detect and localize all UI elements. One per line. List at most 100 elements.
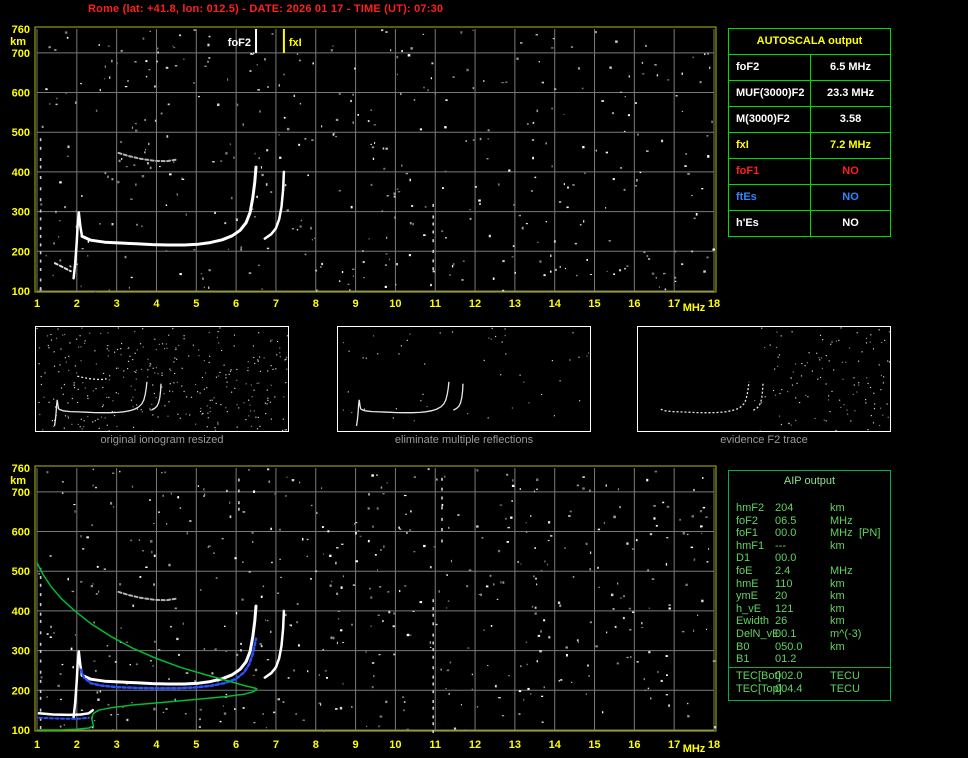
thumb-evidence-f2-trace-image bbox=[638, 327, 890, 431]
y-tick-label: 500 bbox=[12, 127, 30, 139]
x-tick-label: 16 bbox=[628, 298, 640, 310]
autoscala-param-label: fxI bbox=[729, 133, 811, 158]
x-tick-label: 11 bbox=[429, 739, 441, 751]
y-tick-label: 200 bbox=[12, 685, 30, 697]
aip-param-unit: km bbox=[830, 578, 845, 591]
x-tick-label: 11 bbox=[429, 298, 441, 310]
aip-param-unit: MHz bbox=[830, 565, 853, 578]
x-tick-label: 5 bbox=[193, 739, 199, 751]
y-tick-label: 100 bbox=[12, 286, 30, 298]
fxI-marker-label: fxI bbox=[289, 37, 302, 49]
aip-param-label: B0 bbox=[736, 641, 749, 654]
aip-param-unit: km bbox=[830, 603, 845, 616]
autoscala-row-fof1: foF1NO bbox=[729, 159, 890, 185]
thumb-eliminate-reflections bbox=[337, 326, 591, 432]
autoscala-output-table: AUTOSCALA output foF26.5 MHzMUF(3000)F22… bbox=[728, 28, 891, 237]
aip-row-hve: h_vE121km bbox=[729, 603, 890, 616]
thumb-leading-edge bbox=[55, 400, 59, 426]
aip-param-unit: km bbox=[830, 540, 845, 553]
x-tick-label: 1 bbox=[34, 298, 40, 310]
x-tick-label: 8 bbox=[313, 298, 319, 310]
y-tick-label: 500 bbox=[12, 566, 30, 578]
noise-echoes bbox=[39, 468, 717, 733]
x-tick-label: 9 bbox=[353, 739, 359, 751]
aip-row-foe: foE2.4MHz bbox=[729, 565, 890, 578]
aip-tec-rows: TEC[Bot]002.0TECUTEC[Top]004.4TECU bbox=[729, 670, 890, 695]
aip-row-tectop: TEC[Top]004.4TECU bbox=[729, 683, 890, 696]
aip-param-unit: MHz bbox=[830, 527, 853, 540]
aip-tec-divider bbox=[729, 667, 890, 668]
autoscala-param-value: 6.5 MHz bbox=[811, 55, 890, 80]
aip-param-unit: MHz bbox=[830, 515, 853, 528]
aip-param-label: hmF2 bbox=[736, 502, 764, 515]
aip-param-value: 204 bbox=[775, 502, 793, 515]
x-tick-label: 18 bbox=[708, 298, 720, 310]
x-tick-label: 16 bbox=[628, 739, 640, 751]
x-tick-label: 12 bbox=[469, 739, 481, 751]
x-tick-label: 17 bbox=[668, 298, 680, 310]
x-tick-label: 2 bbox=[74, 298, 80, 310]
x-tick-label: 3 bbox=[114, 298, 120, 310]
x-tick-label: 10 bbox=[389, 739, 401, 751]
thumb-caption-original: original ionogram resized bbox=[35, 434, 289, 446]
x-axis-unit: MHz bbox=[683, 743, 706, 755]
thumb-noise bbox=[343, 328, 589, 431]
x-tick-label: 14 bbox=[549, 739, 562, 751]
autoscala-row-m3000f2: M(3000)F23.58 bbox=[729, 107, 890, 133]
aip-param-value: 00.1 bbox=[775, 628, 796, 641]
leading-edge-trace bbox=[74, 212, 82, 278]
ionogram-traces bbox=[37, 563, 284, 730]
aip-param-label: foF1 bbox=[736, 527, 758, 540]
x-tick-label: 6 bbox=[233, 739, 239, 751]
autoscala-row-muf3000f2: MUF(3000)F223.3 MHz bbox=[729, 81, 890, 107]
thumb-original-ionogram bbox=[35, 326, 289, 432]
thumb-evidence-f2-trace bbox=[637, 326, 891, 432]
thumb-x-trace bbox=[753, 384, 763, 411]
autoscala-row-hes: h'EsNO bbox=[729, 211, 890, 236]
aip-param-label: B1 bbox=[736, 653, 749, 666]
aip-param-value: 01.2 bbox=[775, 653, 796, 666]
x-tick-label: 1 bbox=[34, 739, 40, 751]
autoscala-row-fof2: foF26.5 MHz bbox=[729, 55, 890, 81]
autoscala-param-label: MUF(3000)F2 bbox=[729, 81, 811, 106]
autoscala-param-value: 23.3 MHz bbox=[811, 81, 890, 106]
aip-param-label: TEC[Bot] bbox=[736, 670, 781, 683]
y-axis-unit: km bbox=[10, 475, 26, 487]
e-trace-trace bbox=[39, 710, 93, 715]
thumb-noise bbox=[36, 327, 288, 431]
x-tick-label: 5 bbox=[193, 298, 199, 310]
aip-param-unit: km bbox=[830, 615, 845, 628]
autoscala-param-value: NO bbox=[811, 159, 890, 184]
autoscala-row-ftes: ftEsNO bbox=[729, 185, 890, 211]
aip-param-unit: TECU bbox=[830, 670, 860, 683]
noise-echoes bbox=[40, 29, 716, 292]
x-axis-unit: MHz bbox=[683, 302, 706, 314]
aip-row-hme: hmE110km bbox=[729, 578, 890, 591]
x-tick-label: 4 bbox=[153, 298, 160, 310]
y-axis-unit: km bbox=[10, 36, 26, 48]
scaled-ionogram-plot: foF2fxI123456789101112131415161718MHz700… bbox=[0, 20, 724, 318]
aip-table-header: AIP output bbox=[729, 475, 890, 487]
aip-rows: hmF2204kmfoF206.5MHzfoF100.0MHz[PN]hmF1-… bbox=[729, 502, 890, 666]
aip-param-label: DelN_vE bbox=[736, 628, 779, 641]
y-tick-label: 100 bbox=[12, 725, 30, 737]
thumb-original-ionogram-image bbox=[36, 327, 288, 431]
aip-param-extra: [PN] bbox=[859, 527, 880, 540]
x-tick-label: 13 bbox=[509, 298, 521, 310]
aip-param-value: 26 bbox=[775, 615, 787, 628]
station-title: Rome (lat: +41.8, lon: 012.5) - DATE: 20… bbox=[88, 3, 443, 15]
aip-param-unit: TECU bbox=[830, 683, 860, 696]
e-fragment-trace bbox=[55, 263, 71, 271]
y-tick-label: 400 bbox=[12, 606, 30, 618]
x-tick-label: 13 bbox=[509, 739, 521, 751]
second-hop-trace bbox=[119, 592, 177, 600]
grid-lines bbox=[37, 468, 714, 730]
x-tick-label: 3 bbox=[114, 739, 120, 751]
autoscala-param-label: h'Es bbox=[729, 211, 811, 236]
aip-row-fof1: foF100.0MHz[PN] bbox=[729, 527, 890, 540]
aip-param-label: hmE bbox=[736, 578, 759, 591]
y-tick-label: 700 bbox=[12, 487, 30, 499]
blue-e-trace-trace bbox=[39, 718, 89, 719]
aip-output-table: AIP output hmF2204kmfoF206.5MHzfoF100.0M… bbox=[728, 470, 891, 701]
y-tick-label: 200 bbox=[12, 246, 30, 258]
